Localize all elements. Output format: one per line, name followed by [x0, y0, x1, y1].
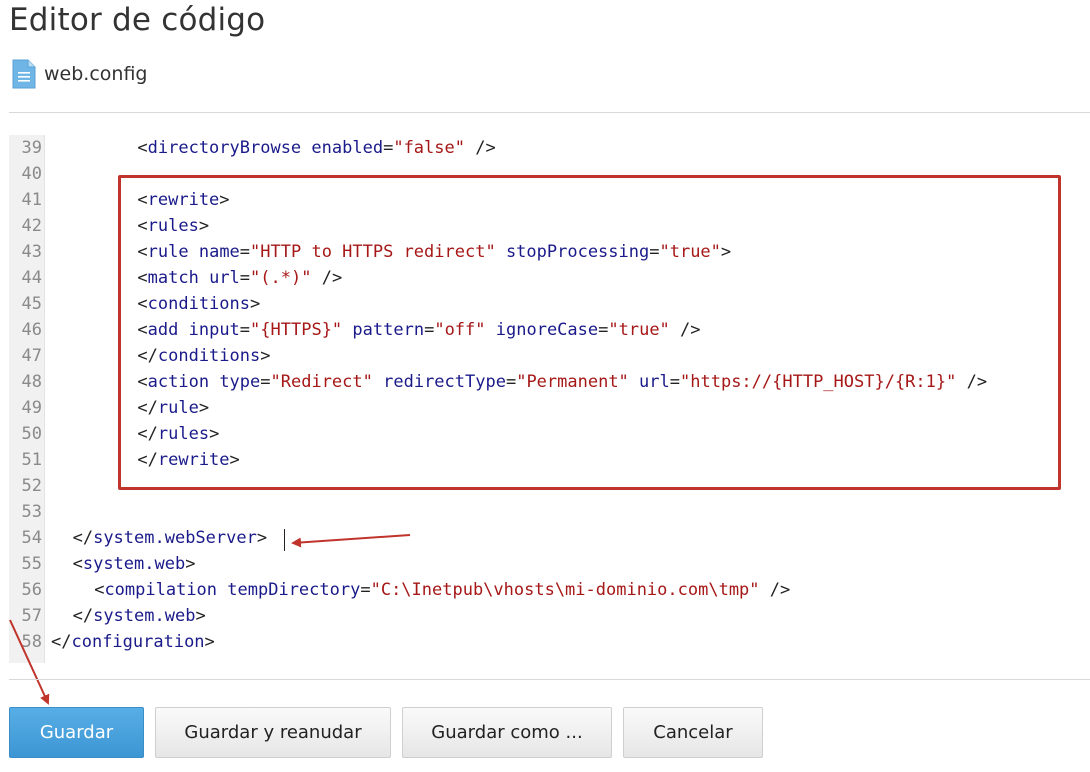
- file-row: web.config: [12, 59, 147, 89]
- code-token: />: [759, 580, 791, 600]
- line-number: 48: [21, 372, 42, 392]
- line-number: 58: [21, 632, 42, 652]
- highlight-box-annotation: [118, 175, 1061, 490]
- code-token: =: [360, 580, 371, 600]
- code-line[interactable]: 56 <compilation tempDirectory="C:\Inetpub…: [9, 577, 1090, 603]
- code-text: </system.webServer>: [73, 525, 268, 551]
- code-line[interactable]: 55 <system.web>: [9, 551, 1090, 577]
- line-number: 55: [21, 554, 42, 574]
- page-title: Editor de código: [9, 2, 266, 38]
- code-text: </configuration>: [51, 629, 215, 655]
- code-token: tempDirectory: [227, 580, 361, 600]
- code-token: enabled: [311, 138, 384, 158]
- line-number: 41: [21, 190, 42, 210]
- line-number: 52: [21, 476, 42, 496]
- save-button[interactable]: Guardar: [9, 707, 144, 758]
- line-number: 53: [21, 502, 42, 522]
- code-line[interactable]: 58 </configuration>: [9, 629, 1090, 655]
- line-number: 57: [21, 606, 42, 626]
- line-number: 46: [21, 320, 42, 340]
- code-token: compilation: [104, 580, 218, 600]
- line-number: 50: [21, 424, 42, 444]
- code-token: directoryBrowse: [147, 138, 302, 158]
- code-token: <: [137, 138, 148, 158]
- text-cursor: [284, 529, 285, 551]
- file-icon: [12, 59, 36, 89]
- code-token: "false": [393, 138, 465, 158]
- save-and-restart-button[interactable]: Guardar y reanudar: [155, 707, 391, 758]
- file-name: web.config: [44, 63, 148, 85]
- code-token: "C:\Inetpub\vhosts\mi-dominio.com\tmp": [370, 580, 760, 600]
- line-number: 39: [21, 138, 42, 158]
- code-token: =: [383, 138, 394, 158]
- code-text: <directoryBrowse enabled="false" />: [137, 135, 495, 161]
- code-token: />: [464, 138, 496, 158]
- code-token: configuration: [71, 632, 205, 652]
- code-line[interactable]: 39 <directoryBrowse enabled="false" />: [9, 135, 1090, 161]
- line-number: 42: [21, 216, 42, 236]
- save-as-button[interactable]: Guardar como ...: [402, 707, 612, 758]
- line-number: 47: [21, 346, 42, 366]
- divider: [9, 679, 1090, 680]
- code-text: <system.web>: [73, 551, 196, 577]
- code-token: </: [72, 606, 94, 626]
- line-number: 45: [21, 294, 42, 314]
- code-token: system.web: [93, 606, 196, 626]
- line-number: 56: [21, 580, 42, 600]
- code-token: </: [51, 632, 72, 652]
- code-line[interactable]: 54 </system.webServer>: [9, 525, 1090, 551]
- code-text: <compilation tempDirectory="C:\Inetpub\v…: [94, 577, 790, 603]
- code-token: >: [256, 528, 268, 548]
- line-number: 43: [21, 242, 42, 262]
- line-number: 40: [21, 164, 42, 184]
- line-number: 44: [21, 268, 42, 288]
- code-token: </: [72, 528, 94, 548]
- code-text: </system.web>: [73, 603, 206, 629]
- divider: [9, 112, 1090, 113]
- code-line[interactable]: 57 </system.web>: [9, 603, 1090, 629]
- code-token: <: [94, 580, 105, 600]
- code-token: >: [195, 606, 206, 626]
- line-number: 49: [21, 398, 42, 418]
- code-token: >: [185, 554, 196, 574]
- code-token: >: [204, 632, 215, 652]
- code-line[interactable]: 53: [9, 499, 1090, 525]
- line-number: 54: [21, 528, 42, 548]
- line-number: 51: [21, 450, 42, 470]
- code-token: system.web: [82, 554, 186, 574]
- cancel-button[interactable]: Cancelar: [623, 707, 763, 758]
- code-token: system.webServer: [93, 528, 257, 548]
- code-token: <: [72, 554, 83, 574]
